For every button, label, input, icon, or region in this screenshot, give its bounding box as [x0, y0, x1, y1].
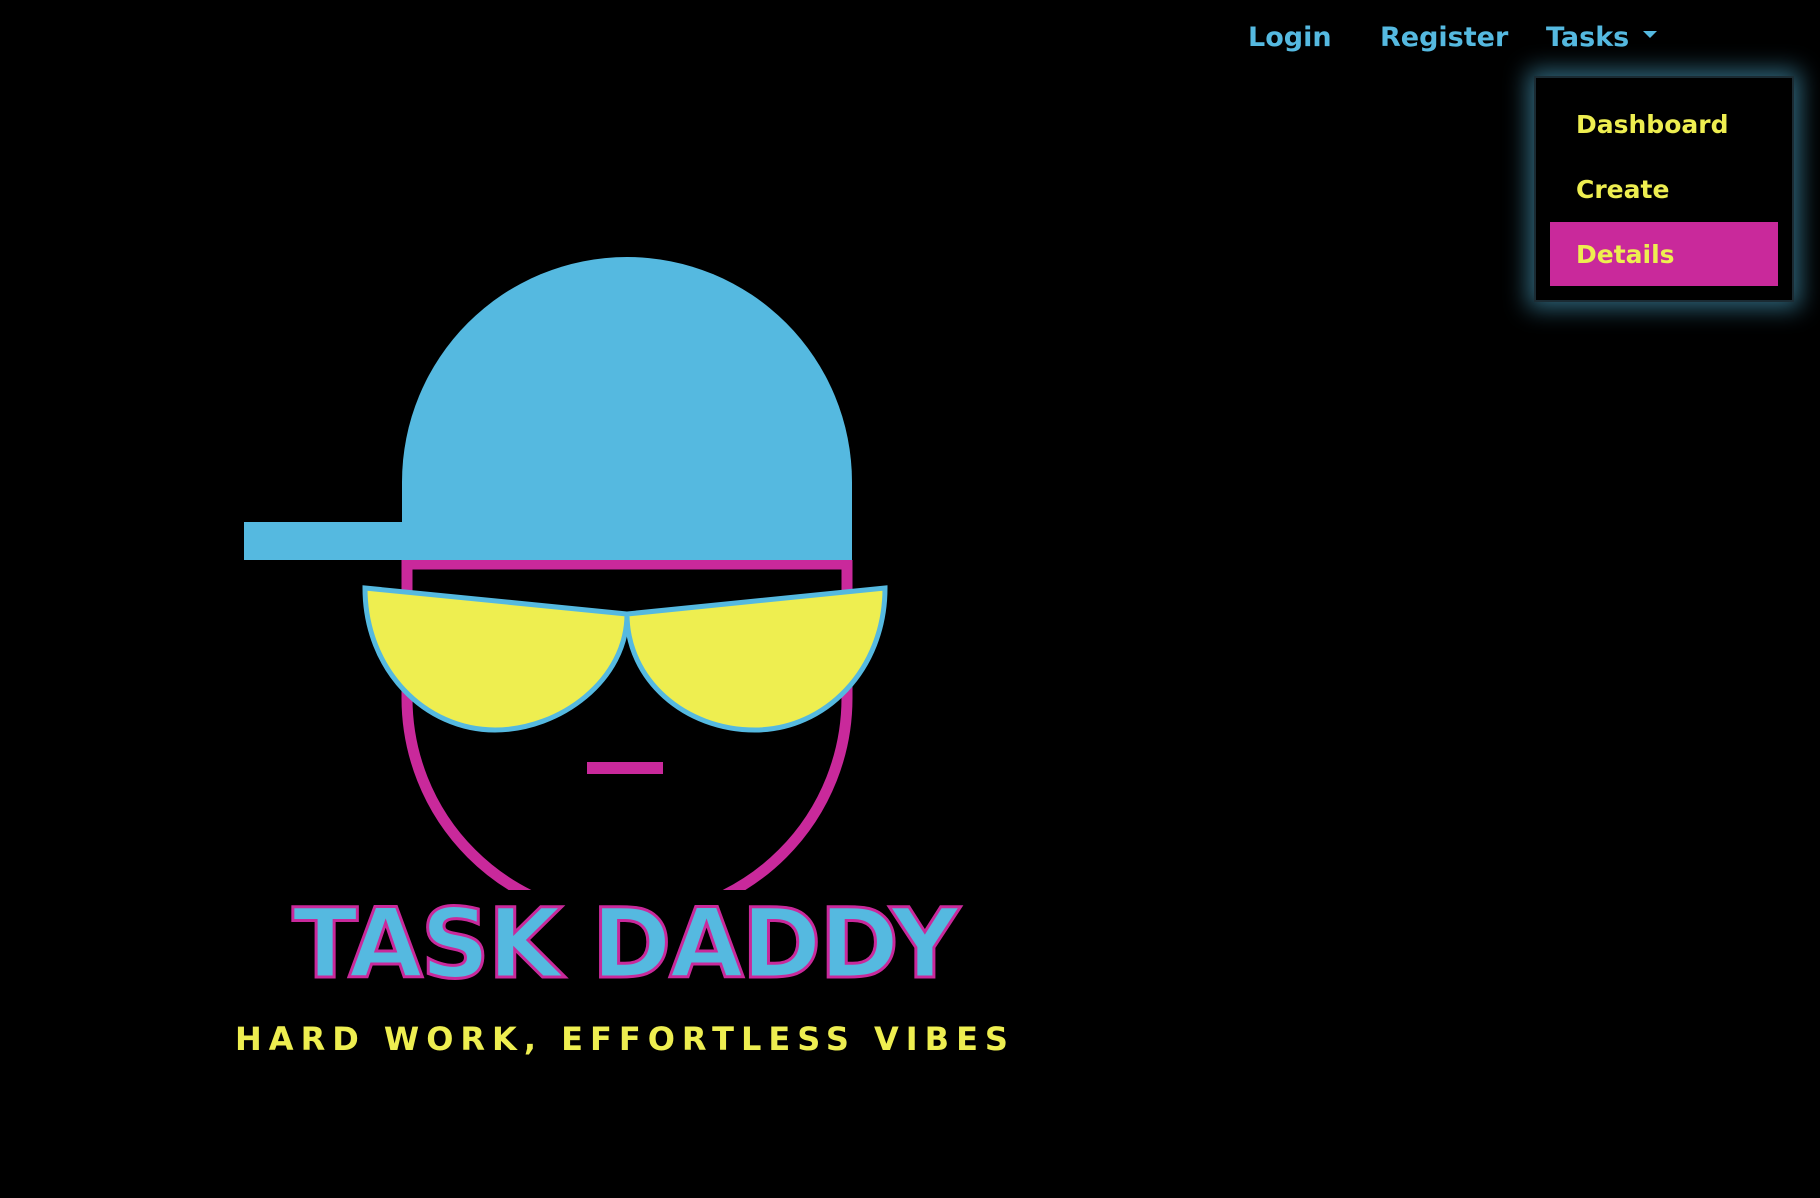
logo — [230, 250, 970, 950]
brand-title: TASK DADDY — [291, 887, 961, 1002]
mouth — [587, 762, 663, 774]
tasks-dropdown-menu: Dashboard Create Details — [1534, 76, 1794, 302]
nav-tasks-label: Tasks — [1546, 22, 1630, 53]
cool-guy-logo-icon — [244, 257, 888, 890]
nav-login-link[interactable]: Login — [1248, 22, 1332, 53]
brand-tagline: HARD WORK, EFFORTLESS VIBES — [235, 1020, 1015, 1058]
cap-visor — [244, 522, 409, 560]
menu-item-create[interactable]: Create — [1550, 157, 1778, 221]
caret-down-icon — [1643, 31, 1658, 38]
page: Login Register Tasks Dashboard Create De… — [0, 0, 1820, 1198]
menu-item-details[interactable]: Details — [1550, 222, 1778, 286]
nav-register-link[interactable]: Register — [1380, 22, 1508, 53]
menu-item-dashboard[interactable]: Dashboard — [1550, 92, 1778, 156]
cap-dome — [402, 257, 852, 560]
nav-tasks-dropdown-toggle[interactable]: Tasks — [1546, 22, 1658, 53]
